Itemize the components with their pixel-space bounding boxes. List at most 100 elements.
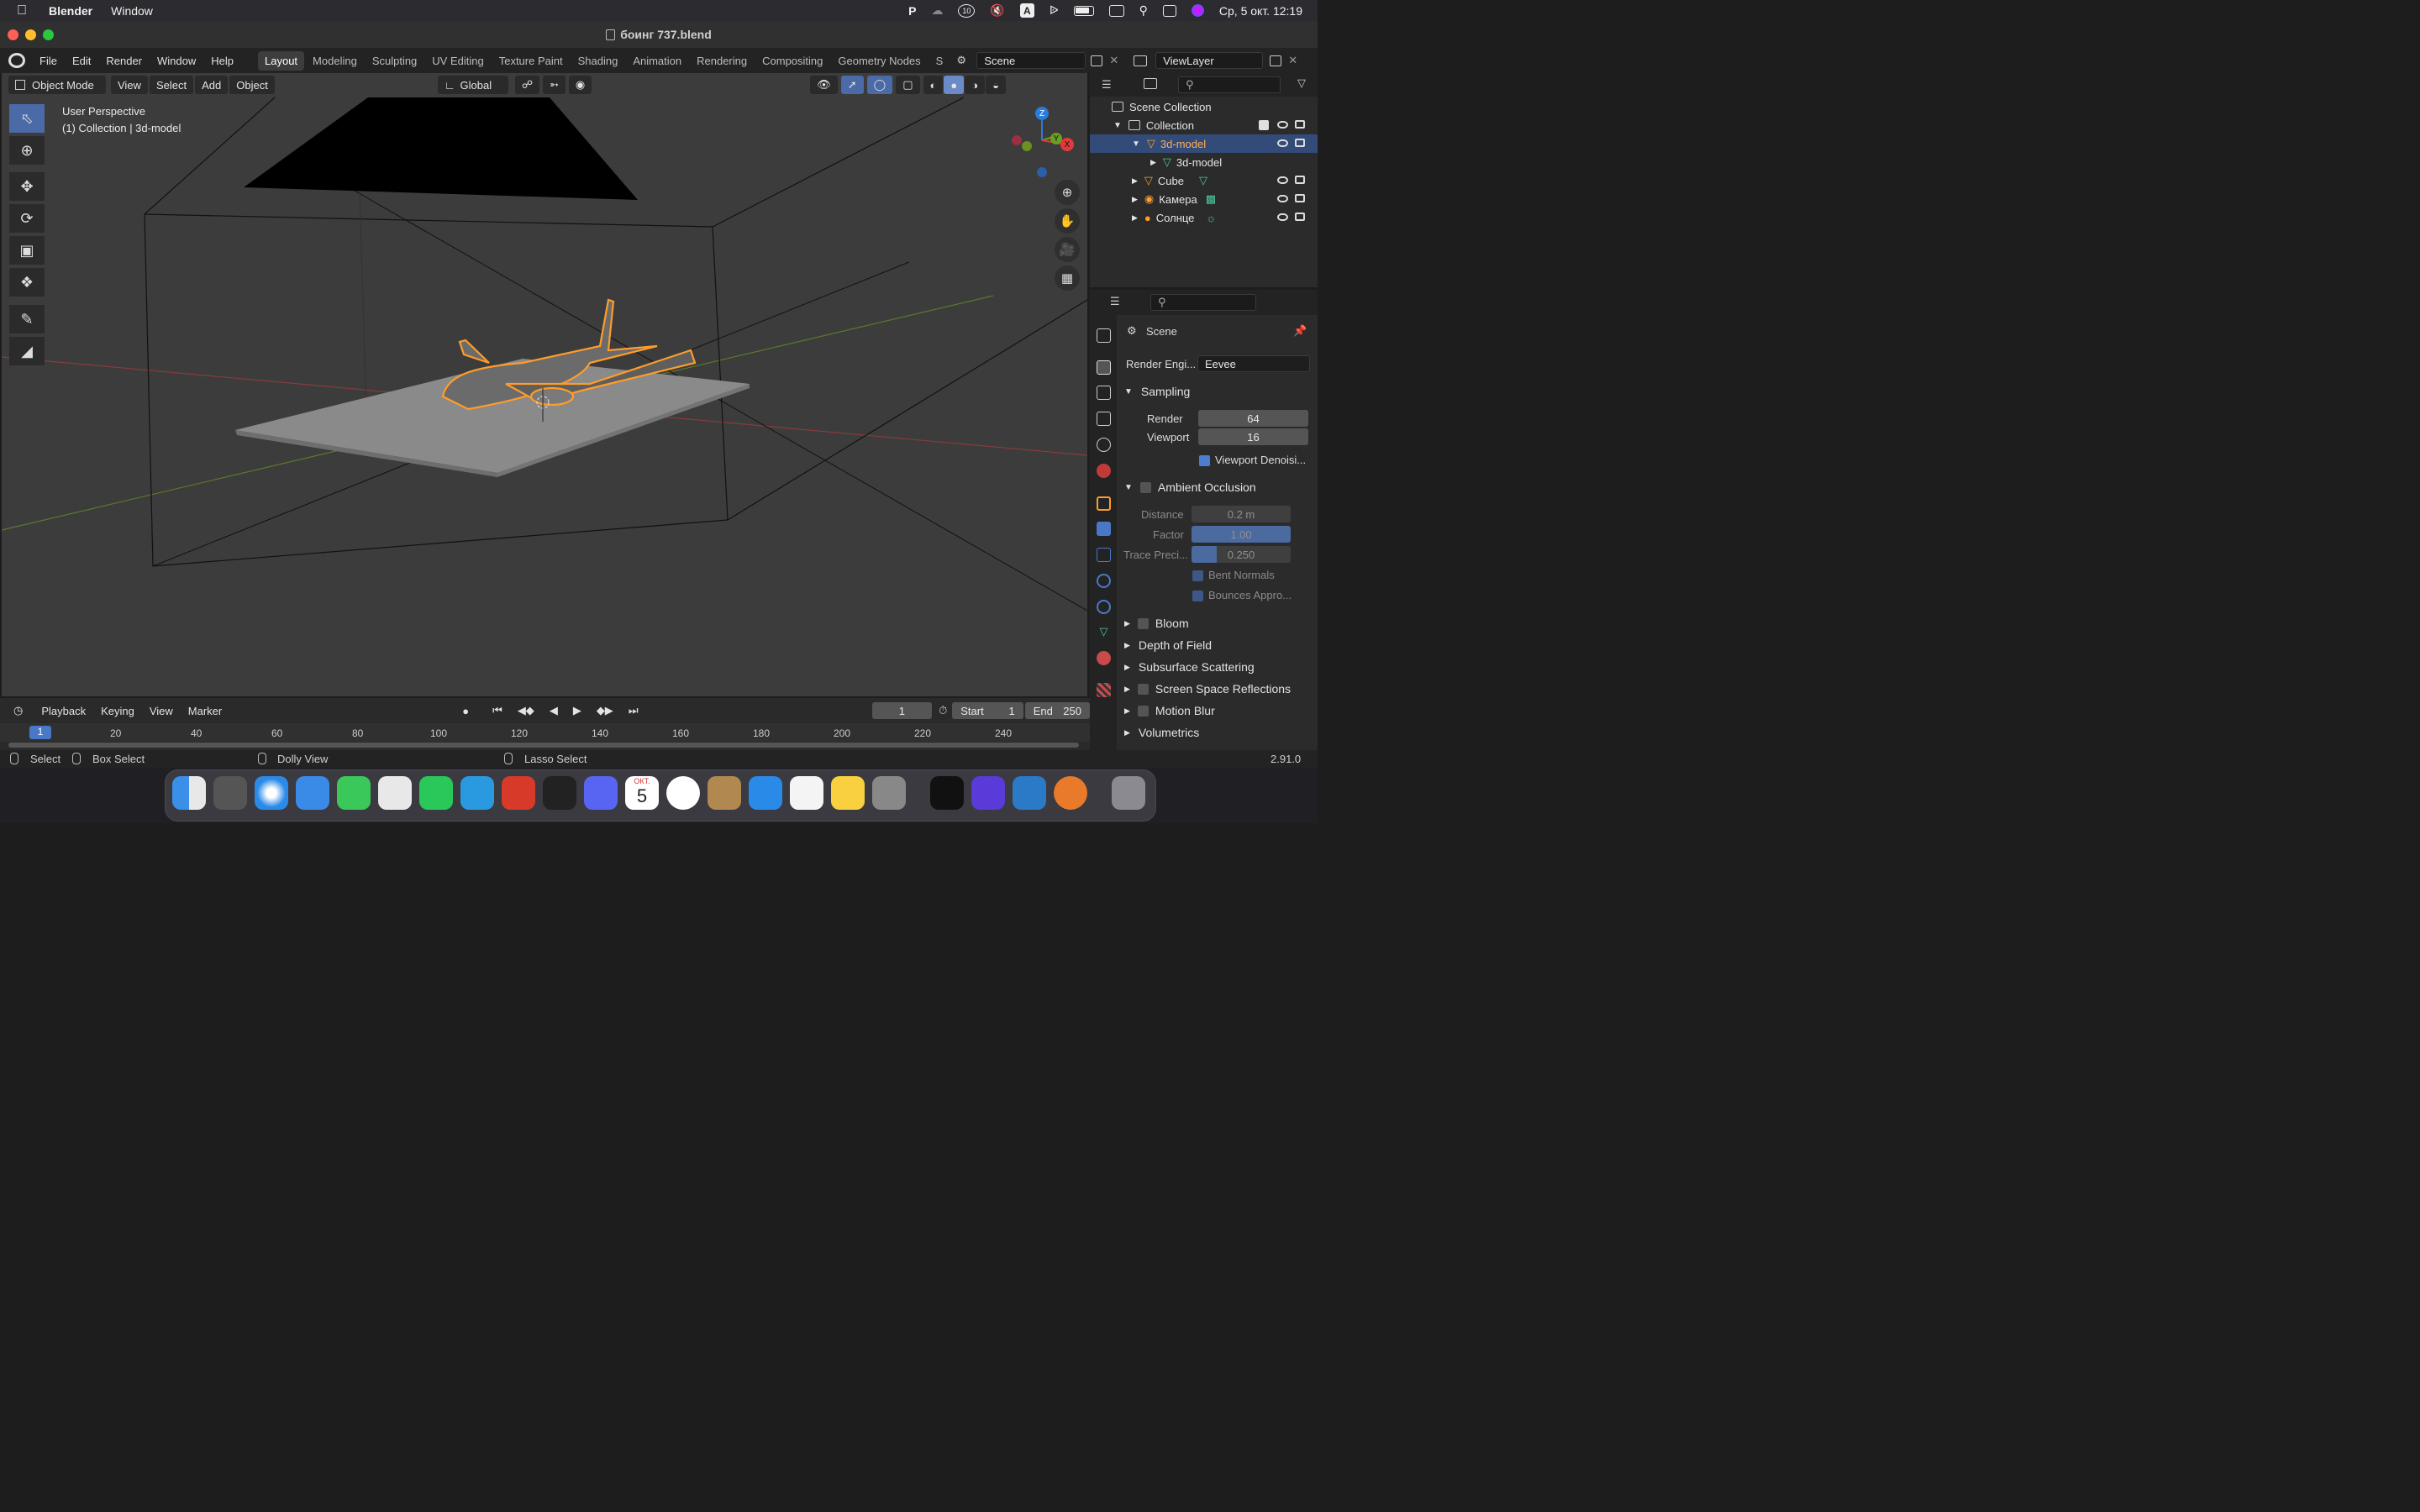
start-frame-field[interactable]: Start 1 bbox=[952, 702, 1023, 719]
render-camera-icon[interactable] bbox=[1295, 194, 1305, 202]
material-tab-icon[interactable] bbox=[1097, 651, 1111, 665]
menu-window[interactable]: Window bbox=[150, 55, 203, 67]
outliner-row-camera[interactable]: ▶ ◉ Камера ▩ bbox=[1090, 190, 1318, 208]
ssr-section-header[interactable]: ▶ Screen Space Reflections bbox=[1117, 679, 1318, 699]
tab-scripting[interactable]: S bbox=[929, 51, 950, 71]
constraints-tab-icon[interactable] bbox=[1097, 600, 1111, 614]
view-layer-tab-icon[interactable] bbox=[1097, 412, 1111, 426]
scene-selector-icon[interactable]: ⚙ bbox=[956, 54, 976, 67]
viewport-menu-add[interactable]: Add bbox=[195, 76, 229, 94]
modifier-tab-icon[interactable] bbox=[1097, 522, 1111, 536]
new-scene-icon[interactable] bbox=[1091, 55, 1103, 66]
jump-keyframe-back-icon[interactable]: ◀◆ bbox=[510, 701, 541, 720]
scale-tool-icon[interactable]: ▣ bbox=[9, 236, 45, 265]
expand-arrow-icon[interactable]: ▼ bbox=[1132, 139, 1140, 149]
ambient-occlusion-section-header[interactable]: ▼ Ambient Occlusion bbox=[1117, 477, 1318, 497]
mail-icon[interactable] bbox=[296, 776, 329, 810]
outliner-row-3d-model[interactable]: ▼ ▽ 3d-model bbox=[1090, 134, 1318, 153]
physics-tab-icon[interactable] bbox=[1097, 574, 1111, 588]
material-shading-icon[interactable]: ◑ bbox=[965, 76, 986, 94]
notification-badge-icon[interactable]: 10 bbox=[958, 3, 976, 18]
delete-view-layer-icon[interactable]: ✕ bbox=[1288, 54, 1297, 67]
viewport-samples-field[interactable]: 16 bbox=[1198, 428, 1308, 445]
viewport-menu-select[interactable]: Select bbox=[149, 76, 194, 94]
tab-texture-paint[interactable]: Texture Paint bbox=[492, 51, 570, 71]
minimize-window-button[interactable] bbox=[25, 29, 36, 40]
outliner-row-collection[interactable]: ▼ Collection bbox=[1090, 116, 1318, 134]
blender-dock-icon[interactable] bbox=[1054, 776, 1087, 810]
menu-help[interactable]: Help bbox=[203, 55, 241, 67]
calendar-icon[interactable]: ОКТ. 5 bbox=[625, 776, 659, 810]
render-samples-field[interactable]: 64 bbox=[1198, 410, 1308, 427]
app-store-icon[interactable] bbox=[749, 776, 782, 810]
camera-view-icon[interactable]: 🎥 bbox=[1055, 237, 1080, 262]
cloud-icon[interactable]: ☁ bbox=[931, 3, 943, 18]
eye-icon[interactable] bbox=[1277, 195, 1288, 202]
gizmo-z-axis[interactable]: Z bbox=[1035, 107, 1049, 120]
render-camera-icon[interactable] bbox=[1295, 213, 1305, 221]
ao-trace-slider[interactable]: 0.250 bbox=[1192, 546, 1291, 563]
scene-name-field[interactable]: Scene bbox=[976, 52, 1086, 69]
notes-icon[interactable] bbox=[831, 776, 865, 810]
rotate-tool-icon[interactable]: ⟳ bbox=[9, 204, 45, 233]
apple-icon[interactable]:  bbox=[17, 3, 30, 18]
bluetooth-icon[interactable]: ᐉ bbox=[1050, 3, 1059, 18]
timeline-ruler[interactable]: 1 20 40 60 80 100 120 140 160 180 200 22… bbox=[0, 723, 1090, 742]
output-tab-icon[interactable] bbox=[1097, 386, 1111, 400]
ssr-checkbox[interactable] bbox=[1137, 683, 1149, 695]
battery-icon[interactable] bbox=[1073, 5, 1094, 16]
timeline-menu-playback[interactable]: Playback bbox=[34, 701, 93, 720]
outliner-row-cube[interactable]: ▶ ▽ Cube ▽ bbox=[1090, 171, 1318, 190]
viewport-scene[interactable] bbox=[2, 73, 1087, 696]
telegram-icon[interactable] bbox=[460, 776, 494, 810]
expand-arrow-icon[interactable]: ▶ bbox=[1132, 176, 1138, 186]
eye-icon[interactable] bbox=[1277, 121, 1288, 129]
expand-arrow-icon[interactable]: ▶ bbox=[1132, 213, 1138, 223]
mute-icon[interactable]: 🔇 bbox=[990, 3, 1004, 18]
tab-shading[interactable]: Shading bbox=[571, 51, 625, 71]
tab-rendering[interactable]: Rendering bbox=[690, 51, 754, 71]
filter-icon[interactable]: ▽ bbox=[1297, 76, 1306, 90]
viewport-menu-object[interactable]: Object bbox=[229, 76, 275, 94]
object-mode-dropdown[interactable]: Object Mode bbox=[8, 76, 106, 94]
data-tab-icon[interactable]: ▽ bbox=[1097, 625, 1111, 639]
auto-keying-icon[interactable]: ● bbox=[455, 701, 476, 720]
proportional-edit-icon[interactable]: ◉ bbox=[568, 76, 592, 94]
depth-of-field-section-header[interactable]: ▶ Depth of Field bbox=[1117, 635, 1318, 655]
volumetrics-section-header[interactable]: ▶ Volumetrics bbox=[1117, 722, 1318, 743]
expand-arrow-icon[interactable]: ▶ bbox=[1150, 158, 1156, 167]
expand-arrow-icon[interactable]: ▼ bbox=[1113, 121, 1122, 130]
motion-blur-section-header[interactable]: ▶ Motion Blur bbox=[1117, 701, 1318, 721]
whatsapp-icon[interactable] bbox=[419, 776, 453, 810]
bloom-checkbox[interactable] bbox=[1137, 617, 1149, 629]
current-frame-field[interactable]: 1 bbox=[871, 702, 933, 719]
finder-icon[interactable] bbox=[172, 776, 206, 810]
play-icon[interactable]: ▶ bbox=[566, 701, 588, 720]
siri-icon[interactable] bbox=[1191, 4, 1204, 17]
safari-icon[interactable] bbox=[255, 776, 288, 810]
cursor-tool-icon[interactable]: ⊕ bbox=[9, 136, 45, 165]
select-box-tool-icon[interactable]: ⬁ bbox=[9, 104, 45, 133]
jetbrains-tray-icon[interactable]: P bbox=[908, 4, 916, 18]
properties-search-input[interactable]: ⚲ bbox=[1150, 294, 1256, 311]
visibility-icon[interactable]: 👁 bbox=[810, 76, 838, 94]
bounces-approx-checkbox[interactable] bbox=[1192, 591, 1203, 601]
pan-view-icon[interactable]: ✋ bbox=[1055, 208, 1080, 234]
measure-tool-icon[interactable]: ◢ bbox=[9, 337, 45, 365]
overlays-icon[interactable]: ◯ bbox=[866, 76, 893, 94]
display-mode-icon[interactable] bbox=[1144, 78, 1157, 89]
reminders-icon[interactable] bbox=[790, 776, 823, 810]
tool-tab-icon[interactable] bbox=[1097, 328, 1111, 343]
ortho-toggle-icon[interactable]: ▦ bbox=[1055, 265, 1080, 291]
xray-icon[interactable]: ▢ bbox=[896, 76, 920, 94]
shortcuts-icon[interactable] bbox=[971, 776, 1005, 810]
ao-factor-slider[interactable]: 1.00 bbox=[1192, 526, 1291, 543]
render-camera-icon[interactable] bbox=[1295, 139, 1305, 147]
playhead-frame[interactable]: 1 bbox=[29, 726, 51, 739]
outliner-row-sun[interactable]: ▶ ● Солнце ☼ bbox=[1090, 208, 1318, 227]
particles-tab-icon[interactable] bbox=[1097, 548, 1111, 562]
blender-logo-icon[interactable] bbox=[8, 53, 25, 68]
menubar-app-name[interactable]: Blender bbox=[49, 4, 92, 18]
pivot-point-icon[interactable]: ☍ bbox=[514, 76, 539, 94]
scene-tab-icon[interactable] bbox=[1097, 438, 1111, 452]
